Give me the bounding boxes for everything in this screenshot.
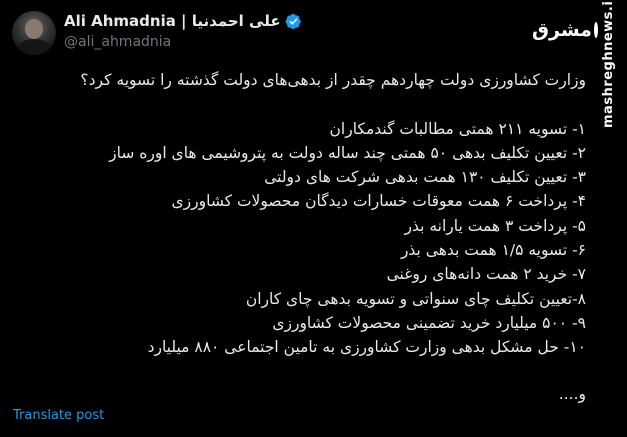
post-list-item: ۳- تعیین تکلیف ۱۳۰ همت بدهی شرکت های دول… [264, 168, 586, 187]
post-list-item: ۹- ۵۰۰ میلیارد خرید تضمینی محصولات کشاور… [272, 313, 586, 332]
logo-mark-icon [593, 22, 598, 38]
author-name-row[interactable]: Ali Ahmadnia | علی احمدنیا [64, 12, 302, 30]
post-list-item: ۱۰- حل مشکل بدهی وزارت کشاورزی به تامین … [147, 338, 586, 357]
author-display-name[interactable]: Ali Ahmadnia | علی احمدنیا [64, 12, 281, 30]
logo-text: مشرق [532, 19, 592, 41]
mashregh-logo: مشرق [532, 10, 598, 50]
post-list-item: ۷- خرید ۲ همت دانه‌های روغنی [386, 265, 586, 284]
post-list-item: ۴- پرداخت ۶ همت معوقات خسارات دیدگان محص… [171, 192, 586, 211]
translate-post-link[interactable]: Translate post [13, 408, 104, 423]
site-watermark: mashreghnews.ir [601, 0, 616, 128]
author-handle[interactable]: @ali_ahmadnia [64, 34, 171, 50]
post-trailing-ellipsis: و.... [558, 385, 586, 403]
post-list-item: ۲- تعیین تکلیف بدهی ۵۰ همتی چند ساله دول… [109, 143, 586, 162]
avatar-face [25, 19, 43, 39]
avatar[interactable] [12, 11, 56, 55]
post-list-item: ۵- پرداخت ۳ همت یارانه بذر [404, 216, 586, 235]
verified-badge-icon [285, 13, 301, 29]
post-question: وزارت کشاورزی دولت چهاردهم چقدر از بدهی‌… [80, 71, 586, 89]
post-list-item: ۶- تسویه ۱/۵ همت بدهی بذر [400, 241, 586, 260]
post-body: وزارت کشاورزی دولت چهاردهم چقدر از بدهی‌… [26, 68, 586, 360]
post-list-item: ۸-تعیین تکلیف چای سنواتی و تسویه بدهی چا… [245, 289, 586, 308]
post-list-item: ۱- تسویه ۲۱۱ همتی مطالبات گندمکاران [329, 119, 586, 138]
avatar-body [16, 39, 52, 55]
